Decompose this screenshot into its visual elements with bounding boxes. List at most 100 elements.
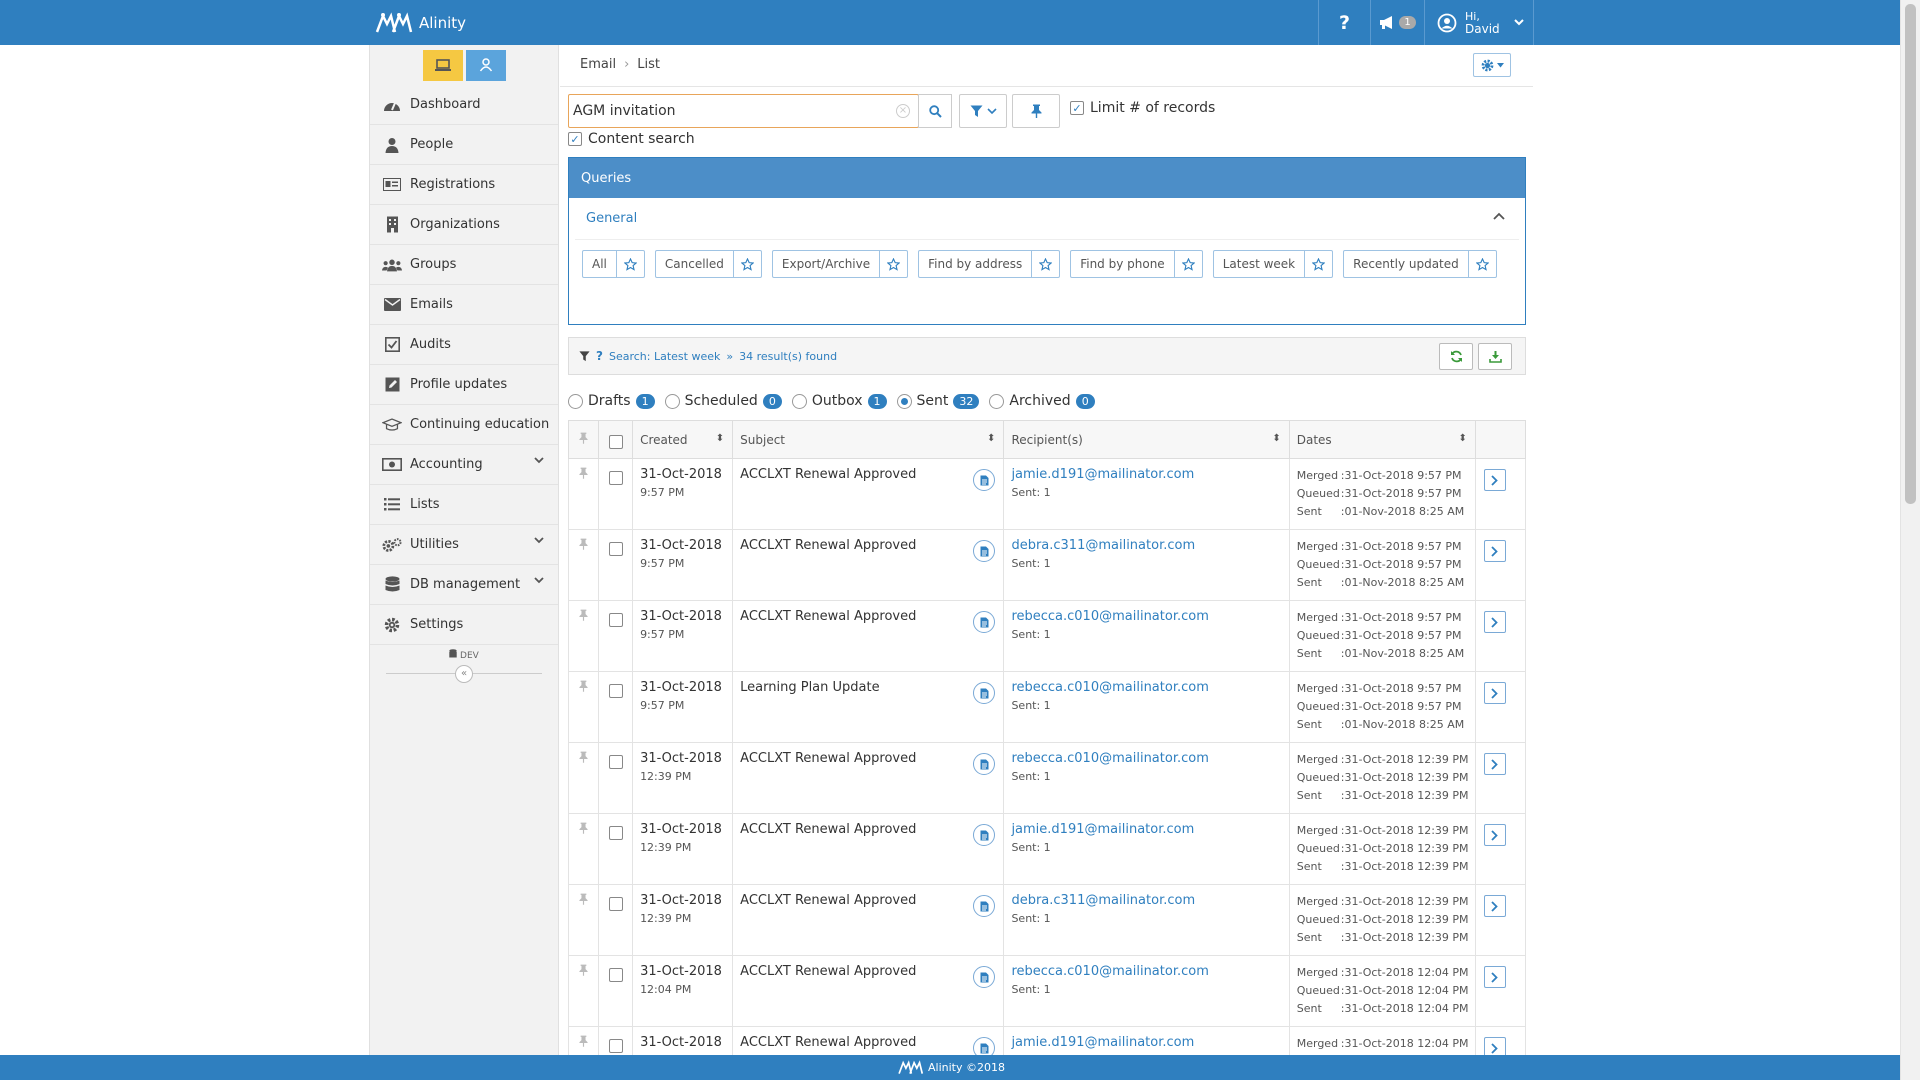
open-email-button[interactable] [1483, 753, 1506, 775]
sidebar-item-accounting[interactable]: Accounting [370, 445, 558, 485]
search-input[interactable]: AGM invitation × [568, 94, 919, 128]
queries-group-general[interactable]: General [575, 198, 1519, 240]
table-row[interactable]: 31-Oct-2018 9:57 PM Learning Plan Update re… [567, 671, 1527, 743]
favorite-star-button[interactable] [1468, 250, 1497, 278]
table-row[interactable]: 31-Oct-2018 9:57 PM ACCLXT Renewal Approve… [567, 600, 1527, 672]
status-option-archived[interactable]: Archived 0 [989, 393, 1095, 409]
status-option-sent[interactable]: Sent 32 [896, 393, 980, 409]
recipient-link[interactable]: debra.c311@mailinator.com [1011, 893, 1288, 908]
desktop-mode-button[interactable] [422, 49, 463, 81]
table-row[interactable]: 31-Oct-2018 9:57 PM ACCLXT Renewal Approve… [567, 529, 1527, 601]
chevron-up-icon[interactable] [1493, 212, 1505, 220]
open-email-button[interactable] [1483, 824, 1506, 846]
scrollbar-thumb[interactable] [1905, 4, 1916, 504]
favorite-star-button[interactable] [1305, 250, 1334, 278]
favorite-star-button[interactable] [616, 250, 645, 278]
content-search-checkbox[interactable]: ✓ [568, 132, 582, 146]
row-checkbox[interactable] [608, 613, 623, 627]
recipients-column-header[interactable]: Recipient(s) ⬍ [1003, 420, 1290, 459]
sidebar-item-dashboard[interactable]: Dashboard [370, 85, 558, 125]
status-radio[interactable] [896, 393, 912, 409]
recipient-link[interactable]: jamie.d191@mailinator.com [1011, 822, 1288, 837]
dates-column-header[interactable]: Dates ⬍ [1288, 420, 1476, 459]
table-row[interactable]: 31-Oct-2018 12:04 PM ACCLXT Renewal Approv… [567, 955, 1527, 1027]
limit-records-option[interactable]: ✓ Limit # of records [1070, 100, 1215, 116]
query-chip-button[interactable]: Export/Archive [771, 250, 881, 278]
pin-cell[interactable] [567, 600, 600, 672]
announcements-button[interactable]: 1 [1370, 0, 1424, 45]
open-email-button[interactable] [1483, 895, 1506, 917]
table-row[interactable]: 31-Oct-2018 12:39 PM ACCLXT Renewal Approv… [567, 813, 1527, 885]
collapse-sidebar-button[interactable]: « [455, 665, 473, 683]
favorite-star-button[interactable] [1174, 250, 1203, 278]
sidebar-item-lists[interactable]: Lists [370, 485, 558, 525]
row-checkbox[interactable] [608, 897, 623, 911]
table-row[interactable]: 31-Oct-2018 9:57 PM ACCLXT Renewal Approve… [567, 458, 1527, 530]
row-checkbox[interactable] [608, 471, 623, 485]
query-chip-button[interactable]: Recently updated [1343, 250, 1469, 278]
brand-logo[interactable]: Alinity [373, 0, 466, 45]
sidebar-item-db-management[interactable]: DB management [370, 565, 558, 605]
sidebar-item-audits[interactable]: Audits [370, 325, 558, 365]
sidebar-item-organizations[interactable]: Organizations [370, 205, 558, 245]
query-chip-button[interactable]: Latest week [1212, 250, 1306, 278]
sidebar-item-people[interactable]: People [370, 125, 558, 165]
recipient-link[interactable]: rebecca.c010@mailinator.com [1011, 609, 1288, 624]
row-checkbox[interactable] [608, 755, 623, 769]
sidebar-item-utilities[interactable]: Utilities [370, 525, 558, 565]
status-radio[interactable] [791, 393, 807, 409]
row-checkbox[interactable] [608, 826, 623, 840]
status-radio[interactable] [568, 393, 583, 409]
question-icon[interactable]: ? [596, 349, 603, 363]
pin-cell[interactable] [567, 742, 600, 814]
view-document-button[interactable] [973, 682, 996, 704]
page-options-button[interactable] [1473, 53, 1511, 77]
status-radio[interactable] [989, 393, 1005, 409]
pin-button[interactable] [1012, 94, 1060, 128]
row-checkbox[interactable] [608, 684, 623, 698]
view-document-button[interactable] [973, 469, 996, 491]
recipient-link[interactable]: rebecca.c010@mailinator.com [1011, 964, 1288, 979]
pin-cell[interactable] [567, 813, 600, 885]
recipient-link[interactable]: jamie.d191@mailinator.com [1011, 1035, 1288, 1050]
sidebar-item-registrations[interactable]: Registrations [370, 165, 558, 205]
recipient-link[interactable]: debra.c311@mailinator.com [1011, 538, 1288, 553]
search-summary[interactable]: Search: Latest week [609, 350, 720, 363]
open-email-button[interactable] [1483, 611, 1506, 633]
query-chip-button[interactable]: All [582, 250, 617, 278]
view-document-button[interactable] [973, 895, 996, 917]
table-row[interactable]: 31-Oct-2018 12:39 PM ACCLXT Renewal Approv… [567, 884, 1527, 956]
created-column-header[interactable]: Created ⬍ [632, 420, 734, 459]
row-checkbox[interactable] [608, 968, 623, 982]
download-button[interactable] [1478, 343, 1512, 370]
view-document-button[interactable] [973, 753, 996, 775]
pin-cell[interactable] [567, 884, 600, 956]
query-chip-button[interactable]: Cancelled [654, 250, 734, 278]
user-menu-button[interactable]: Hi, David [1424, 0, 1534, 45]
sidebar-item-profile-updates[interactable]: Profile updates [370, 365, 558, 405]
pin-cell[interactable] [567, 671, 600, 743]
open-email-button[interactable] [1483, 540, 1506, 562]
sidebar-item-emails[interactable]: Emails [370, 285, 558, 325]
status-radio[interactable] [664, 393, 680, 409]
status-option-drafts[interactable]: Drafts 1 [568, 393, 655, 409]
limit-records-checkbox[interactable]: ✓ [1070, 101, 1084, 115]
clear-search-icon[interactable]: × [896, 104, 910, 118]
status-option-outbox[interactable]: Outbox 1 [791, 393, 887, 409]
table-row[interactable]: 31-Oct-2018 12:39 PM ACCLXT Renewal Approv… [567, 742, 1527, 814]
pin-cell[interactable] [567, 458, 600, 530]
recipient-link[interactable]: rebecca.c010@mailinator.com [1011, 751, 1288, 766]
recipient-link[interactable]: rebecca.c010@mailinator.com [1011, 680, 1288, 695]
view-document-button[interactable] [973, 540, 996, 562]
recipient-link[interactable]: jamie.d191@mailinator.com [1011, 467, 1288, 482]
open-email-button[interactable] [1483, 966, 1506, 988]
sidebar-item-continuing-education[interactable]: Continuing education [370, 405, 558, 445]
filter-dropdown-button[interactable] [959, 94, 1007, 128]
sidebar-item-settings[interactable]: Settings [370, 605, 558, 645]
search-button[interactable] [918, 94, 952, 128]
user-mode-button[interactable] [465, 49, 506, 81]
content-search-option[interactable]: ✓ Content search [568, 131, 695, 147]
view-document-button[interactable] [973, 611, 996, 633]
row-checkbox[interactable] [608, 1039, 623, 1053]
pin-cell[interactable] [567, 955, 600, 1027]
